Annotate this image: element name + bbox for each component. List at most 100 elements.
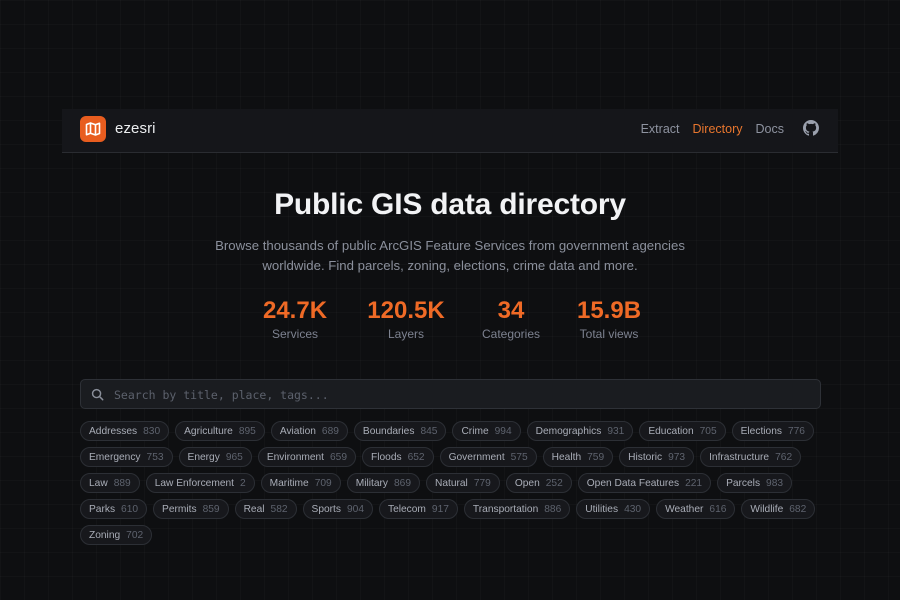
tag-label: Open Data Features xyxy=(586,477,680,489)
tag-count: 689 xyxy=(321,425,339,437)
category-tag[interactable]: Infrastructure 762 xyxy=(700,447,802,467)
category-tag[interactable]: Historic 973 xyxy=(619,447,695,467)
stat-value: 24.7K xyxy=(262,297,328,324)
stat-total-views: 15.9B Total views xyxy=(577,296,641,341)
tag-label: Aviation xyxy=(279,425,316,437)
category-tag[interactable]: Parcels 983 xyxy=(717,473,793,493)
tag-label: Natural xyxy=(434,477,468,489)
tag-count: 895 xyxy=(238,425,256,437)
category-tag[interactable]: Law Enforcement 2 xyxy=(145,473,255,493)
category-tag[interactable]: Crime 994 xyxy=(452,421,521,441)
tag-count: 886 xyxy=(544,503,562,515)
page-title: Public GIS data directory xyxy=(274,188,626,221)
tag-label: Zoning xyxy=(89,529,121,541)
tag-count: 652 xyxy=(407,451,425,463)
category-tag[interactable]: Health 759 xyxy=(542,447,614,467)
tag-count: 705 xyxy=(699,425,717,437)
tag-count: 221 xyxy=(685,477,703,489)
tag-count: 983 xyxy=(766,477,784,489)
category-tag[interactable]: Permits 859 xyxy=(153,499,229,519)
tag-label: Law xyxy=(89,477,108,489)
tag-count: 973 xyxy=(668,451,686,463)
tag-count: 869 xyxy=(393,477,411,489)
nav-link-directory[interactable]: Directory xyxy=(693,122,743,136)
tag-label: Utilities xyxy=(585,503,619,515)
tag-label: Education xyxy=(648,425,694,437)
category-tag[interactable]: Law 889 xyxy=(80,473,140,493)
category-tag[interactable]: Elections 776 xyxy=(731,421,814,441)
tag-count: 776 xyxy=(787,425,805,437)
category-tag[interactable]: Parks 610 xyxy=(80,499,148,519)
category-tag[interactable]: Weather 616 xyxy=(656,499,736,519)
tag-label: Crime xyxy=(461,425,489,437)
tag-count: 830 xyxy=(143,425,161,437)
tag-label: Addresses xyxy=(89,425,138,437)
nav-link-docs[interactable]: Docs xyxy=(756,122,784,136)
category-tag[interactable]: Floods 652 xyxy=(362,447,434,467)
tag-label: Weather xyxy=(665,503,704,515)
stat-value: 120.5K xyxy=(367,297,445,324)
tag-count: 582 xyxy=(270,503,288,515)
category-tag[interactable]: Aviation 689 xyxy=(270,421,348,441)
stat-label: Categories xyxy=(481,327,541,341)
page: ezesri Extract Directory Docs Public GIS… xyxy=(0,0,900,600)
category-tag[interactable]: Telecom 917 xyxy=(378,499,458,519)
category-tag[interactable]: Real 582 xyxy=(234,499,297,519)
stat-value: 15.9B xyxy=(576,297,642,324)
category-tag[interactable]: Environment 659 xyxy=(257,447,357,467)
tag-label: Agriculture xyxy=(184,425,233,437)
tag-label: Wildlife xyxy=(750,503,784,515)
stat-value: 34 xyxy=(497,297,525,324)
tag-label: Floods xyxy=(371,451,402,463)
brand-name[interactable]: ezesri xyxy=(115,120,156,137)
category-tag[interactable]: Open 252 xyxy=(505,473,572,493)
tag-label: Parcels xyxy=(726,477,761,489)
tag-count: 917 xyxy=(431,503,449,515)
stat-label: Services xyxy=(271,327,319,341)
category-tag[interactable]: Utilities 430 xyxy=(576,499,651,519)
category-tag[interactable]: Sports 904 xyxy=(302,499,373,519)
github-icon[interactable] xyxy=(803,120,819,136)
category-tag[interactable]: Energy 965 xyxy=(178,447,252,467)
category-tag[interactable]: Government 575 xyxy=(439,447,537,467)
tag-label: Energy xyxy=(187,451,220,463)
tag-label: Boundaries xyxy=(362,425,415,437)
category-tag[interactable]: Zoning 702 xyxy=(80,525,153,545)
tag-count: 616 xyxy=(709,503,727,515)
category-tag[interactable]: Addresses 830 xyxy=(80,421,170,441)
tag-count: 575 xyxy=(510,451,528,463)
tag-count: 702 xyxy=(126,529,144,541)
tag-label: Military xyxy=(355,477,388,489)
category-tag[interactable]: Emergency 753 xyxy=(80,447,173,467)
tag-count: 859 xyxy=(202,503,220,515)
category-tag[interactable]: Transportation 886 xyxy=(463,499,571,519)
tag-count: 430 xyxy=(624,503,642,515)
category-tag[interactable]: Maritime 709 xyxy=(260,473,341,493)
tag-count: 2 xyxy=(239,477,246,489)
tag-label: Infrastructure xyxy=(709,451,770,463)
search-input[interactable] xyxy=(112,380,806,410)
tag-count: 994 xyxy=(494,425,512,437)
tag-label: Sports xyxy=(311,503,341,515)
nav-link-extract[interactable]: Extract xyxy=(641,122,680,136)
category-tag[interactable]: Demographics 931 xyxy=(526,421,634,441)
subtitle-line-1: Browse thousands of public ArcGIS Featur… xyxy=(215,238,685,253)
category-tag[interactable]: Wildlife 682 xyxy=(741,499,816,519)
category-tag[interactable]: Natural 779 xyxy=(425,473,500,493)
category-tags: Addresses 830 Agriculture 895 Aviation 689 Bou… xyxy=(80,421,820,545)
category-tag[interactable]: Open Data Features 221 xyxy=(577,473,712,493)
map-icon[interactable] xyxy=(80,116,106,142)
category-tag[interactable]: Boundaries 845 xyxy=(353,421,447,441)
tag-count: 682 xyxy=(789,503,807,515)
category-tag[interactable]: Education 705 xyxy=(639,421,726,441)
tag-label: Law Enforcement xyxy=(154,477,234,489)
category-tag[interactable]: Agriculture 895 xyxy=(175,421,265,441)
category-tag[interactable]: Military 869 xyxy=(346,473,420,493)
tag-count: 709 xyxy=(314,477,332,489)
tag-label: Historic xyxy=(628,451,663,463)
tag-label: Telecom xyxy=(387,503,426,515)
tag-count: 779 xyxy=(473,477,491,489)
tag-label: Parks xyxy=(89,503,116,515)
tag-label: Transportation xyxy=(472,503,539,515)
tag-label: Maritime xyxy=(269,477,309,489)
